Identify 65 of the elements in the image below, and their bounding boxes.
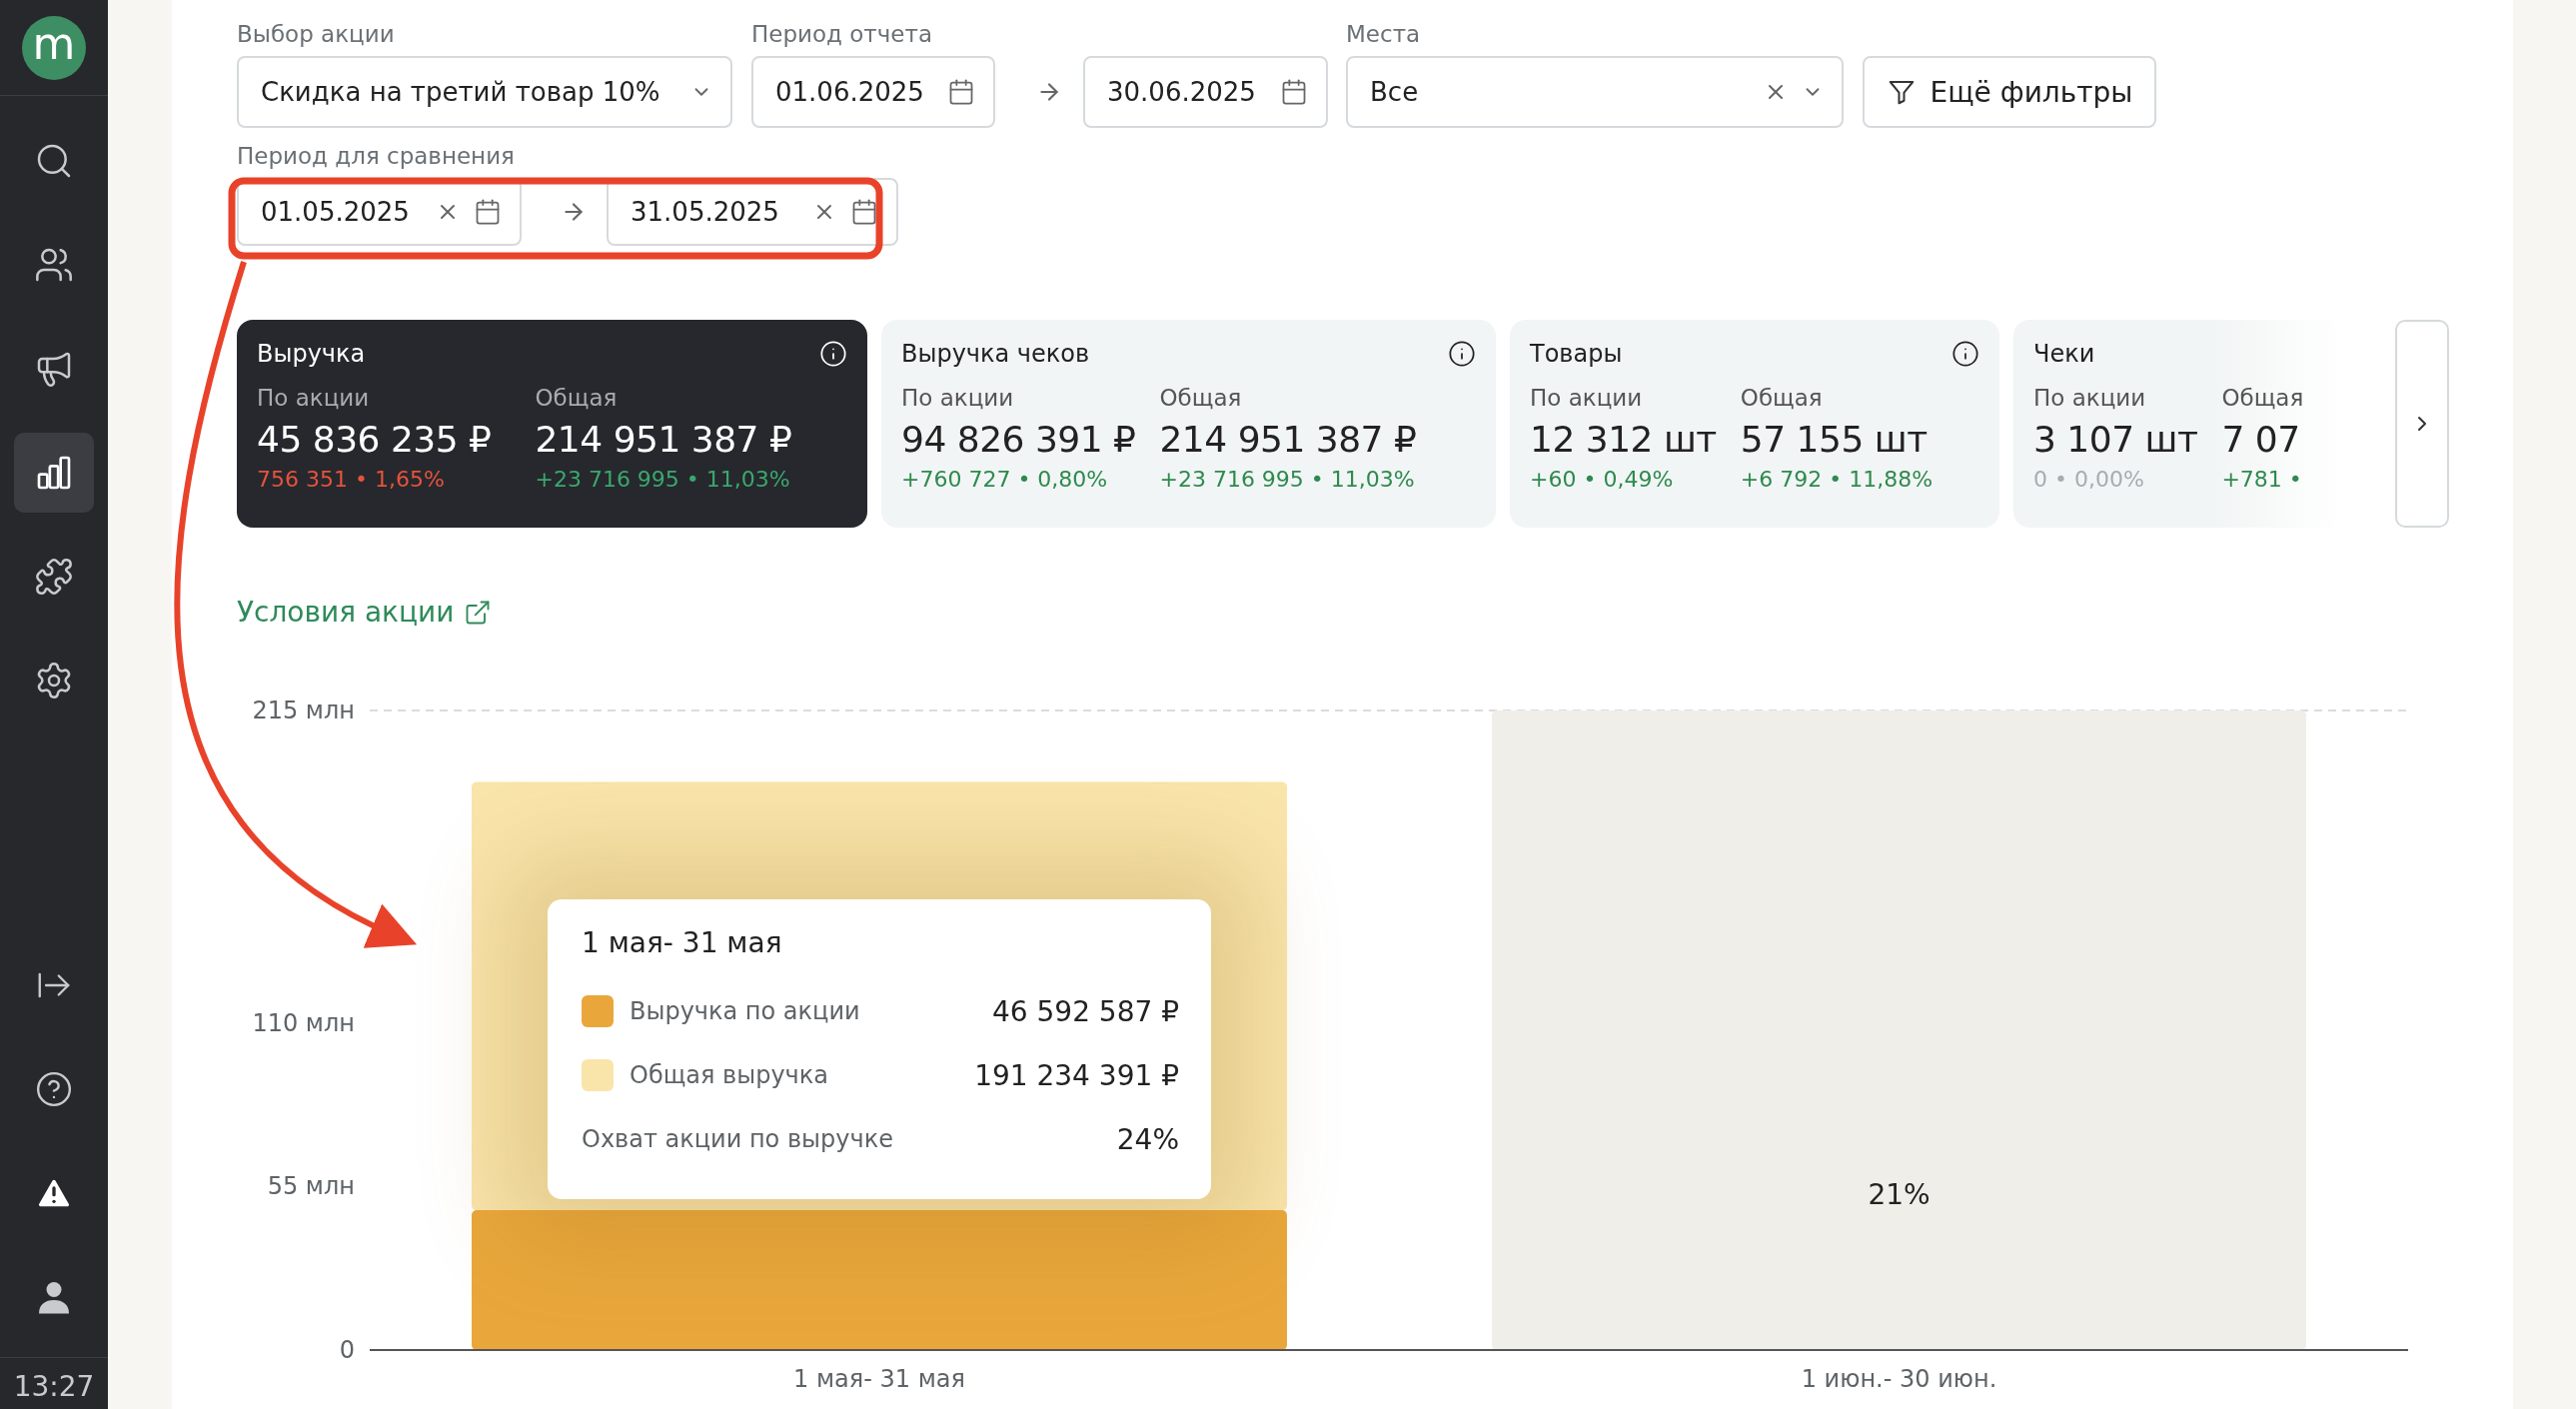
tooltip-value: 191 234 391 ₽ [974, 1058, 1179, 1092]
metric-value: 12 312 шт [1530, 418, 1717, 462]
axis-tick-label: 215 млн [252, 697, 355, 724]
metric-label: По акции [901, 384, 1015, 413]
metric-label: По акции [257, 384, 371, 413]
metric-label: Общая [2221, 384, 2304, 413]
metric-value: 214 951 387 ₽ [1159, 418, 1417, 462]
axis-category-label: 1 июн.- 30 июн. [1801, 1365, 1997, 1393]
metric-label: Общая [535, 384, 619, 413]
card-title: Чеки [2033, 340, 2095, 368]
conditions-link[interactable]: Условия акции [237, 596, 493, 629]
field-label: Период отчета [751, 20, 933, 48]
field-label: Места [1346, 20, 1422, 48]
tooltip-value: 46 592 587 ₽ [991, 994, 1179, 1028]
axis-tick-label: 110 млн [252, 1008, 355, 1037]
info-icon [1448, 340, 1476, 368]
date-field[interactable]: 30.06.2025 [1083, 56, 1328, 128]
metric-change: +60 • 0,49% [1530, 466, 1675, 494]
metric-change: +760 727 • 0,80% [901, 466, 1109, 494]
metric-change: +23 716 995 • 11,03% [535, 466, 791, 494]
card-title: Товары [1530, 340, 1623, 368]
metric-change: +781 • [2221, 466, 2303, 494]
axis-category-label: 1 мая- 31 мая [793, 1365, 965, 1393]
axis-tick-label: 55 млн [267, 1172, 355, 1201]
help-icon [35, 1070, 73, 1108]
metric-label: По акции [2033, 384, 2147, 413]
metric-change: 756 351 • 1,65% [257, 466, 446, 494]
date-field[interactable]: 01.06.2025 [751, 56, 995, 128]
tooltip-value: 24% [1116, 1122, 1179, 1156]
tooltip-label: Охват акции по выручке [582, 1125, 894, 1153]
metric-change: 0 • 0,00% [2033, 466, 2145, 494]
metric-change: +6 792 • 11,88% [1740, 466, 1933, 494]
metric-value: 214 951 387 ₽ [535, 418, 792, 462]
user-icon [36, 1279, 72, 1315]
card-title: Выручка [257, 340, 366, 368]
axis-tick-label: 0 [339, 1336, 355, 1364]
info-icon [1951, 340, 1979, 368]
more-filters-button[interactable]: Ещё фильтры [1863, 56, 2156, 128]
legend-label: Общая выручка [630, 1061, 829, 1089]
info-icon [819, 340, 847, 368]
app-logo: m [22, 15, 86, 80]
card-title: Выручка чеков [901, 340, 1090, 368]
metric-value: 94 826 391 ₽ [901, 418, 1136, 462]
metric-value: 3 107 шт [2033, 418, 2198, 462]
field-label: Выбор акции [237, 20, 396, 48]
metric-value: 7 07 [2221, 418, 2301, 462]
metric-label: Общая [1159, 384, 1243, 413]
puzzle-icon [34, 557, 74, 597]
metric-value: 57 155 шт [1740, 418, 1929, 462]
metric-label: Общая [1740, 384, 1824, 413]
bar-value-label: 21% [1868, 1178, 1931, 1211]
calendar-icon [1280, 78, 1308, 106]
sidebar-item[interactable] [14, 433, 94, 513]
calendar-icon [947, 78, 975, 106]
places-select[interactable]: Все [1346, 56, 1844, 128]
metric-change: +23 716 995 • 11,03% [1159, 466, 1416, 494]
metric-label: По акции [1530, 384, 1644, 413]
field-label: Период для сравнения [237, 142, 516, 170]
tooltip-title: 1 мая- 31 мая [582, 925, 783, 961]
calendar-icon [474, 198, 502, 226]
legend-label: Выручка по акции [630, 997, 861, 1025]
metric-value: 45 836 235 ₽ [257, 418, 492, 462]
calendar-icon [850, 198, 878, 226]
clock-time: 13:27 [0, 1357, 108, 1409]
promo-select[interactable]: Скидка на третий товар 10% [237, 56, 732, 128]
